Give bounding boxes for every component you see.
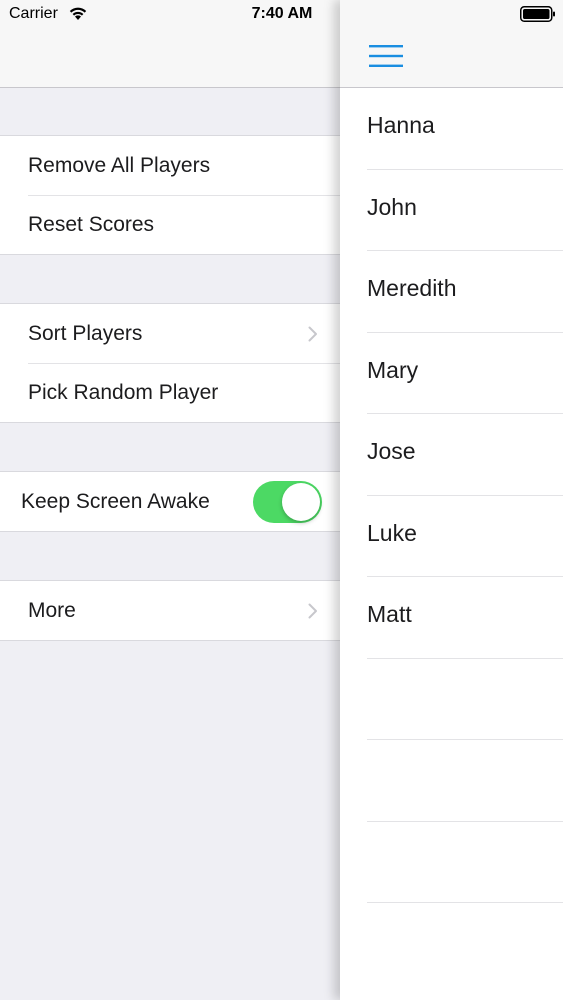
more-label: More [28, 598, 76, 622]
player-name: Matt [367, 601, 412, 627]
player-row[interactable]: John [367, 170, 563, 251]
player-row[interactable]: Mary [367, 333, 563, 414]
player-name: Meredith [367, 275, 457, 301]
menu-group-players: Remove All Players Reset Scores [0, 135, 340, 255]
chevron-right-icon [308, 326, 317, 341]
player-name: Hanna [367, 112, 435, 138]
remove-all-players-row[interactable]: Remove All Players [0, 136, 340, 195]
pick-random-player-row[interactable]: Pick Random Player [0, 363, 340, 422]
keep-screen-awake-label: Keep Screen Awake [21, 489, 210, 513]
player-row[interactable]: Meredith [367, 251, 563, 333]
menu-group-screen: Keep Screen Awake [0, 471, 340, 532]
toggle-knob [282, 482, 320, 521]
carrier-label: Carrier [9, 5, 58, 22]
keep-screen-awake-row: Keep Screen Awake [0, 472, 340, 531]
player-name: Luke [367, 519, 417, 546]
remove-all-players-label: Remove All Players [28, 153, 211, 177]
player-name: John [367, 193, 417, 220]
chevron-right-icon [308, 603, 317, 618]
reset-scores-row[interactable]: Reset Scores [0, 195, 340, 254]
hamburger-icon[interactable] [369, 45, 403, 67]
status-bar: Carrier 7:40 AM [0, 0, 563, 30]
player-row[interactable]: Matt [367, 577, 563, 659]
player-name: Jose [367, 438, 416, 464]
sort-players-row[interactable]: Sort Players [0, 304, 340, 363]
settings-menu: Remove All Players Reset Scores Sort Pla… [0, 0, 340, 1000]
player-row[interactable]: Luke [367, 496, 563, 577]
players-panel: Hanna John Meredith Mary Jose Luke Matt [340, 0, 563, 1000]
menu-group-sort: Sort Players Pick Random Player [0, 303, 340, 423]
player-list: Hanna John Meredith Mary Jose Luke Matt [340, 88, 563, 903]
player-name: Mary [367, 356, 419, 383]
more-row[interactable]: More [0, 581, 340, 640]
menu-group-more: More [0, 580, 340, 641]
player-row[interactable]: Jose [367, 414, 563, 496]
battery-icon [520, 6, 555, 22]
empty-row [367, 822, 563, 903]
status-time: 7:40 AM [251, 5, 313, 22]
wifi-icon [69, 7, 87, 20]
pick-random-player-label: Pick Random Player [28, 380, 219, 404]
keep-screen-awake-toggle[interactable] [253, 480, 322, 523]
empty-row [367, 740, 563, 822]
empty-row [367, 659, 563, 740]
reset-scores-label: Reset Scores [28, 212, 155, 236]
player-row[interactable]: Hanna [367, 88, 563, 170]
sort-players-label: Sort Players [28, 321, 143, 345]
